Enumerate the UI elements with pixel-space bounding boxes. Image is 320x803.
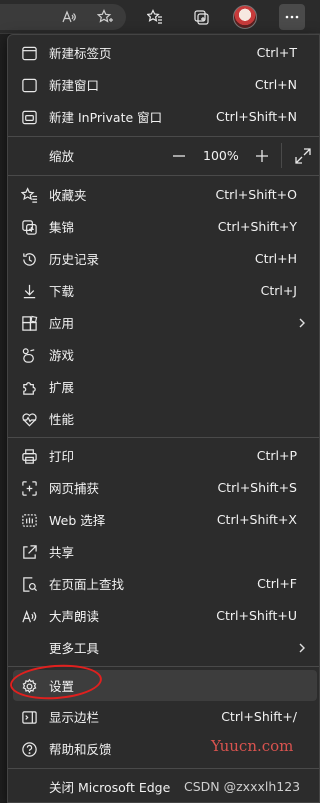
menu-item-find[interactable]: 在页面上查找 Ctrl+F <box>13 568 317 599</box>
menu-divider <box>8 175 319 176</box>
menu-item-label: 打印 <box>49 449 75 464</box>
menu-item-web-capture[interactable]: 网页捕获 Ctrl+Shift+S <box>13 472 317 503</box>
menu-item-label: 集锦 <box>49 220 75 235</box>
print-icon <box>20 447 38 465</box>
download-icon <box>20 282 38 300</box>
share-icon <box>20 543 38 561</box>
new-tab-icon <box>20 44 38 62</box>
menu-item-performance[interactable]: 性能 <box>13 403 317 434</box>
zoom-out-icon[interactable] <box>170 147 188 165</box>
favorites-icon[interactable] <box>142 4 168 30</box>
menu-item-label: 网页捕获 <box>49 481 100 496</box>
favorites-icon <box>20 186 38 204</box>
menu-divider <box>8 136 319 137</box>
menu-item-extensions[interactable]: 扩展 <box>13 371 317 402</box>
menu-item-apps[interactable]: 应用 <box>13 307 317 338</box>
web-capture-icon <box>20 479 38 497</box>
sidebar-icon <box>20 708 38 726</box>
menu-item-label: 收藏夹 <box>49 188 87 203</box>
menu-divider <box>8 768 319 769</box>
menu-item-shortcut: Ctrl+N <box>254 77 297 92</box>
menu-divider <box>8 437 319 438</box>
more-icon[interactable] <box>279 4 305 30</box>
menu-item-shortcut: Ctrl+Shift+/ <box>221 709 297 724</box>
zoom-value: 100% <box>203 148 239 163</box>
extensions-icon <box>20 378 38 396</box>
chevron-right-icon <box>295 640 309 654</box>
menu-item-label: 新建窗口 <box>49 78 100 93</box>
menu-item-web-select[interactable]: Web 选择 Ctrl+Shift+X <box>13 504 317 535</box>
menu-item-shortcut: Ctrl+F <box>257 576 297 591</box>
menu-item-shortcut: Ctrl+Shift+U <box>216 608 297 623</box>
profile-avatar[interactable] <box>233 5 257 29</box>
menu-item-label: 大声朗读 <box>49 609 100 624</box>
menu-item-shortcut: Ctrl+J <box>260 283 297 298</box>
menu-item-new-window[interactable]: 新建窗口 Ctrl+N <box>13 69 317 100</box>
menu-item-label: 历史记录 <box>49 252 100 267</box>
watermark-csdn: CSDN @zxxxlh123 <box>184 779 301 794</box>
menu-item-shortcut: Ctrl+P <box>256 448 297 463</box>
menu-item-more-tools[interactable]: 更多工具 <box>13 632 317 663</box>
menu-item-collections[interactable]: 集锦 Ctrl+Shift+Y <box>13 211 317 242</box>
zoom-divider <box>281 143 282 168</box>
inprivate-icon <box>20 108 38 126</box>
menu-item-games[interactable]: 游戏 <box>13 339 317 370</box>
find-icon <box>20 575 38 593</box>
menu-item-shortcut: Ctrl+Shift+N <box>216 109 297 124</box>
games-icon <box>20 346 38 364</box>
menu-item-label: 更多工具 <box>49 641 100 656</box>
menu-item-label: Web 选择 <box>49 513 106 528</box>
menu-item-shortcut: Ctrl+T <box>256 45 297 60</box>
menu-item-history[interactable]: 历史记录 Ctrl+H <box>13 243 317 274</box>
menu-item-label: 新建标签页 <box>49 46 112 61</box>
menu-item-label: 扩展 <box>49 380 75 395</box>
history-icon <box>20 250 38 268</box>
menu-item-print[interactable]: 打印 Ctrl+P <box>13 440 317 471</box>
apps-icon <box>20 314 38 332</box>
menu-item-zoom: 缩放 100% <box>13 140 317 171</box>
help-icon <box>20 740 38 758</box>
menu-item-shortcut: Ctrl+Shift+Y <box>217 219 297 234</box>
browser-toolbar <box>0 0 320 34</box>
menu-item-label: 在页面上查找 <box>49 577 125 592</box>
zoom-label: 缩放 <box>49 149 75 164</box>
menu-item-label: 性能 <box>49 412 75 427</box>
collections-icon[interactable] <box>188 4 214 30</box>
web-select-icon <box>20 511 38 529</box>
performance-icon <box>20 410 38 428</box>
menu-item-label: 显示边栏 <box>49 710 100 725</box>
menu-item-shortcut: Ctrl+H <box>254 251 297 266</box>
read-aloud-icon[interactable] <box>56 4 82 30</box>
chevron-right-icon <box>295 315 309 329</box>
menu-item-shortcut: Ctrl+Shift+S <box>217 480 297 495</box>
menu-item-downloads[interactable]: 下载 Ctrl+J <box>13 275 317 306</box>
menu-item-favorites[interactable]: 收藏夹 Ctrl+Shift+O <box>13 179 317 210</box>
menu-item-label: 共享 <box>49 545 75 560</box>
menu-item-shortcut: Ctrl+Shift+X <box>216 512 297 527</box>
zoom-in-icon[interactable] <box>253 147 271 165</box>
read-aloud-icon <box>20 607 38 625</box>
menu-item-label: 应用 <box>49 316 75 331</box>
watermark-yuucn: Yuucn.com <box>211 737 294 755</box>
menu-item-label: 新建 InPrivate 窗口 <box>49 110 163 125</box>
menu-item-new-inprivate[interactable]: 新建 InPrivate 窗口 Ctrl+Shift+N <box>13 101 317 132</box>
add-favorite-icon[interactable] <box>92 4 118 30</box>
menu-item-sidebar[interactable]: 显示边栏 Ctrl+Shift+/ <box>13 701 317 732</box>
new-window-icon <box>20 76 38 94</box>
menu-item-share[interactable]: 共享 <box>13 536 317 567</box>
menu-item-label: 下载 <box>49 284 75 299</box>
menu-item-shortcut: Ctrl+Shift+O <box>215 187 297 202</box>
fullscreen-icon[interactable] <box>294 147 312 165</box>
menu-item-read-aloud[interactable]: 大声朗读 Ctrl+Shift+U <box>13 600 317 631</box>
menu-item-label: 帮助和反馈 <box>49 742 112 757</box>
menu-item-label: 游戏 <box>49 348 75 363</box>
menu-item-new-tab[interactable]: 新建标签页 Ctrl+T <box>13 37 317 68</box>
collections-icon <box>20 218 38 236</box>
menu-item-label: 关闭 Microsoft Edge <box>49 780 171 795</box>
